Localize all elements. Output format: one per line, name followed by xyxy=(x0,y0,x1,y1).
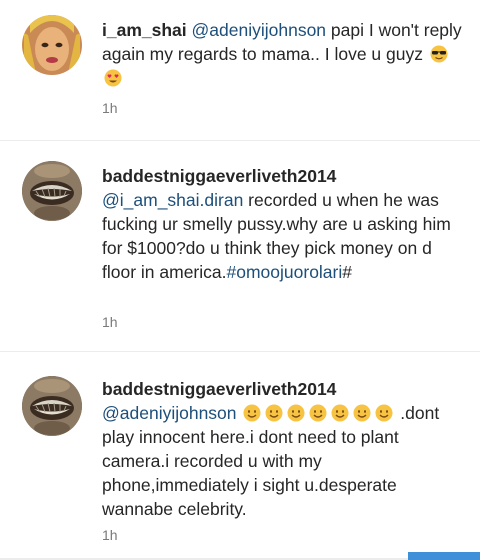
heart-eyes-face-icon xyxy=(104,69,122,87)
smiling-face-icon xyxy=(331,404,349,422)
comment-item: i_am_shai @adeniyijohnson papi I won't r… xyxy=(0,0,480,140)
avatar[interactable] xyxy=(22,15,82,75)
comment-mention[interactable]: @adeniyijohnson xyxy=(192,20,327,40)
smiling-face-icon xyxy=(309,404,327,422)
smiling-face-icon xyxy=(287,404,305,422)
comment-timestamp: 1h xyxy=(102,100,118,116)
comment-timestamp: 1h xyxy=(102,527,118,543)
comment-body: baddestniggaeverliveth2014 @i_am_shai.di… xyxy=(102,164,470,284)
smiling-face-icon xyxy=(243,404,261,422)
comment-item: baddestniggaeverliveth2014 @adeniyijohns… xyxy=(0,351,480,560)
comment-username[interactable]: baddestniggaeverliveth2014 xyxy=(102,379,336,399)
comment-username[interactable]: i_am_shai xyxy=(102,20,187,40)
comment-username[interactable]: baddestniggaeverliveth2014 xyxy=(102,166,336,186)
comment-body: baddestniggaeverliveth2014 @adeniyijohns… xyxy=(102,377,470,521)
smiling-face-icon xyxy=(375,404,393,422)
post-button-edge[interactable] xyxy=(408,552,480,560)
comment-mention[interactable]: @i_am_shai.diran xyxy=(102,190,243,210)
comment-timestamp: 1h xyxy=(102,314,118,330)
comment-item: baddestniggaeverliveth2014 @i_am_shai.di… xyxy=(0,140,480,351)
comment-text-tail: # xyxy=(342,262,352,282)
smiling-face-icon xyxy=(353,404,371,422)
comment-hashtag[interactable]: #omoojuorolari xyxy=(227,262,343,282)
sunglasses-face-icon xyxy=(430,45,448,63)
avatar[interactable] xyxy=(22,161,82,221)
comment-mention[interactable]: @adeniyijohnson xyxy=(102,403,237,423)
comment-body: i_am_shai @adeniyijohnson papi I won't r… xyxy=(102,18,470,90)
avatar[interactable] xyxy=(22,376,82,436)
smiling-face-icon xyxy=(265,404,283,422)
